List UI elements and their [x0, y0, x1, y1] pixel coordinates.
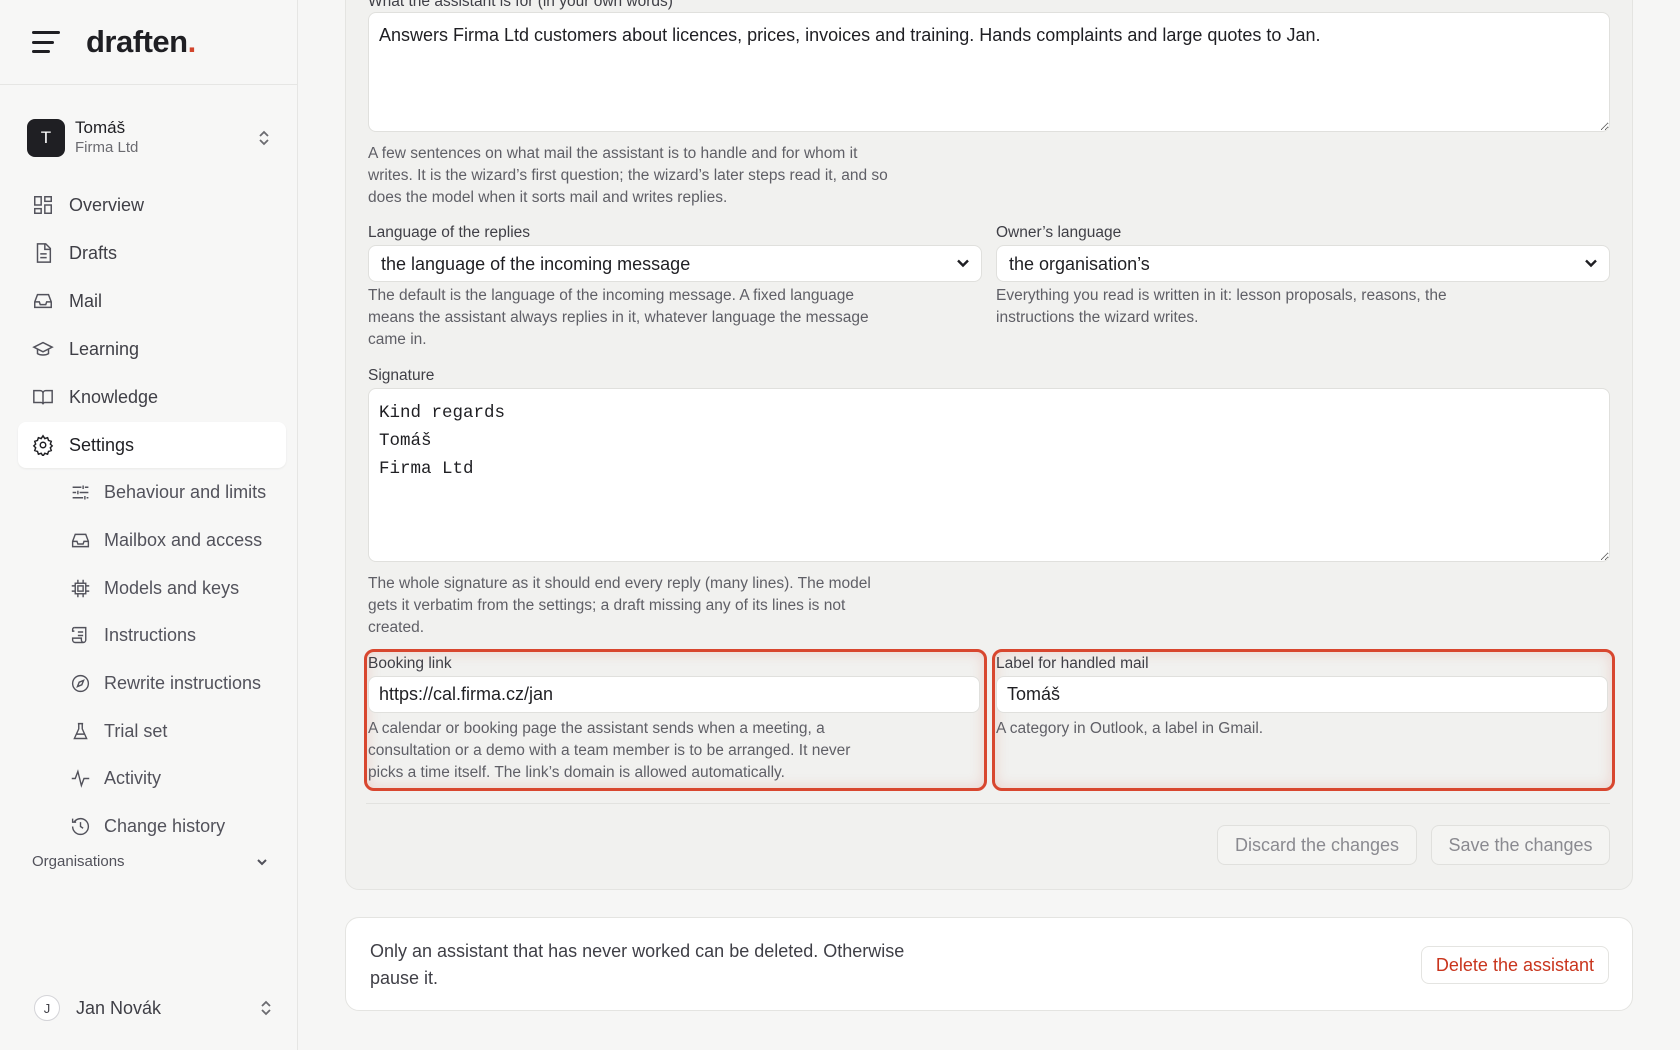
chevron-down-icon	[257, 858, 267, 865]
grid-icon	[34, 196, 52, 214]
nav-drafts[interactable]: Drafts	[18, 230, 286, 276]
nav-label: Overview	[69, 194, 145, 215]
subnav-label: Rewrite instructions	[104, 673, 262, 694]
reply-language-select-wrap: the language of the incoming message	[368, 245, 982, 282]
subnav-behaviour[interactable]: Behaviour and limits	[18, 470, 286, 516]
book-icon	[33, 389, 53, 405]
subnav-label: Behaviour and limits	[104, 482, 267, 503]
subnav-label: Models and keys	[104, 577, 240, 598]
subnav-models[interactable]: Models and keys	[18, 565, 286, 611]
user-avatar: J	[34, 995, 60, 1021]
signature-label: Signature	[368, 367, 435, 384]
sliders-icon	[72, 485, 89, 500]
delete-assistant-text: Only an assistant that has never worked …	[370, 941, 905, 988]
subnav-label: Activity	[104, 768, 162, 789]
subnav-label: Trial set	[104, 720, 168, 741]
menu-icon[interactable]	[32, 31, 60, 53]
inbox-icon	[71, 533, 90, 548]
user-menu[interactable]: J Jan Novák	[34, 995, 274, 1021]
reply-language-label: Language of the replies	[368, 224, 531, 241]
owner-language-select-wrap: the organisation’s	[996, 245, 1610, 282]
nav-overview[interactable]: Overview	[18, 182, 286, 228]
form-divider	[366, 803, 1610, 804]
chevron-updown-icon	[261, 1000, 271, 1016]
inbox-icon	[34, 293, 52, 309]
account-avatar: T	[27, 119, 65, 157]
nav-knowledge[interactable]: Knowledge	[18, 374, 286, 420]
subnav-activity[interactable]: Activity	[18, 756, 286, 802]
nav-mail[interactable]: Mail	[18, 278, 286, 324]
purpose-help: A few sentences on what mail the assista…	[368, 145, 888, 206]
reply-language-help: The default is the language of the incom…	[368, 287, 869, 348]
subnav-label: Mailbox and access	[104, 530, 263, 551]
save-changes-button[interactable]: Save the changes	[1431, 825, 1610, 865]
sidebar: draften. T Tomáš Firma Ltd Overview Draf…	[0, 0, 298, 1050]
delete-assistant-card: Only an assistant that has never worked …	[345, 917, 1633, 1011]
delete-assistant-button[interactable]: Delete the assistant	[1420, 946, 1609, 984]
subnav-label: Change history	[104, 816, 226, 837]
nav-label: Drafts	[69, 242, 118, 263]
owner-language-label: Owner’s language	[996, 224, 1122, 241]
booking-link-help: A calendar or booking page the assistant…	[368, 720, 851, 781]
graduation-cap-icon	[32, 341, 54, 356]
signature-help: The whole signature as it should end eve…	[368, 575, 871, 636]
nav-label: Learning	[69, 338, 140, 359]
logo: draften.	[86, 24, 196, 59]
nav-label: Knowledge	[69, 386, 159, 407]
compass-icon	[71, 675, 90, 693]
flask-icon	[73, 722, 88, 739]
purpose-textarea[interactable]	[368, 12, 1610, 132]
main-nav: Overview Drafts Mail Learning Knowledge …	[18, 182, 286, 852]
booking-link-input[interactable]	[368, 676, 980, 713]
nav-settings[interactable]: Settings	[18, 422, 286, 468]
subnav-trial-set[interactable]: Trial set	[18, 708, 286, 754]
brand-bar: draften.	[0, 0, 297, 85]
account-name: Tomáš	[75, 118, 126, 137]
history-icon	[71, 818, 90, 836]
account-org: Firma Ltd	[75, 139, 139, 156]
user-name: Jan Novák	[76, 997, 162, 1018]
organisations-toggle[interactable]: Organisations	[32, 853, 270, 870]
subnav-change-history[interactable]: Change history	[18, 804, 286, 850]
subnav-instructions[interactable]: Instructions	[18, 613, 286, 659]
nav-label: Settings	[69, 434, 135, 455]
subnav-label: Instructions	[104, 625, 197, 646]
scroll-icon	[71, 627, 87, 644]
reply-language-select[interactable]: the language of the incoming message	[368, 245, 982, 282]
activity-icon	[71, 769, 90, 789]
nav-label: Mail	[69, 290, 103, 311]
handled-label-label: Label for handled mail	[996, 655, 1149, 672]
chevron-updown-icon	[259, 130, 269, 146]
document-icon	[36, 243, 52, 263]
purpose-label: What the assistant is for (in your own w…	[368, 0, 673, 10]
nav-learning[interactable]: Learning	[18, 326, 286, 372]
subnav-mailbox[interactable]: Mailbox and access	[18, 518, 286, 564]
booking-link-label: Booking link	[368, 655, 452, 672]
discard-changes-button[interactable]: Discard the changes	[1217, 825, 1417, 865]
subnav-rewrite[interactable]: Rewrite instructions	[18, 661, 286, 707]
signature-textarea[interactable]	[368, 388, 1610, 562]
organisations-label: Organisations	[32, 853, 125, 870]
handled-label-help: A category in Outlook, a label in Gmail.	[996, 720, 1264, 737]
owner-language-select[interactable]: the organisation’s	[996, 245, 1610, 282]
handled-label-input[interactable]	[996, 676, 1608, 713]
account-switcher[interactable]: T Tomáš Firma Ltd	[27, 117, 272, 159]
owner-language-help: Everything you read is written in it: le…	[996, 287, 1447, 326]
chip-icon	[71, 579, 90, 597]
gear-icon	[32, 434, 54, 456]
